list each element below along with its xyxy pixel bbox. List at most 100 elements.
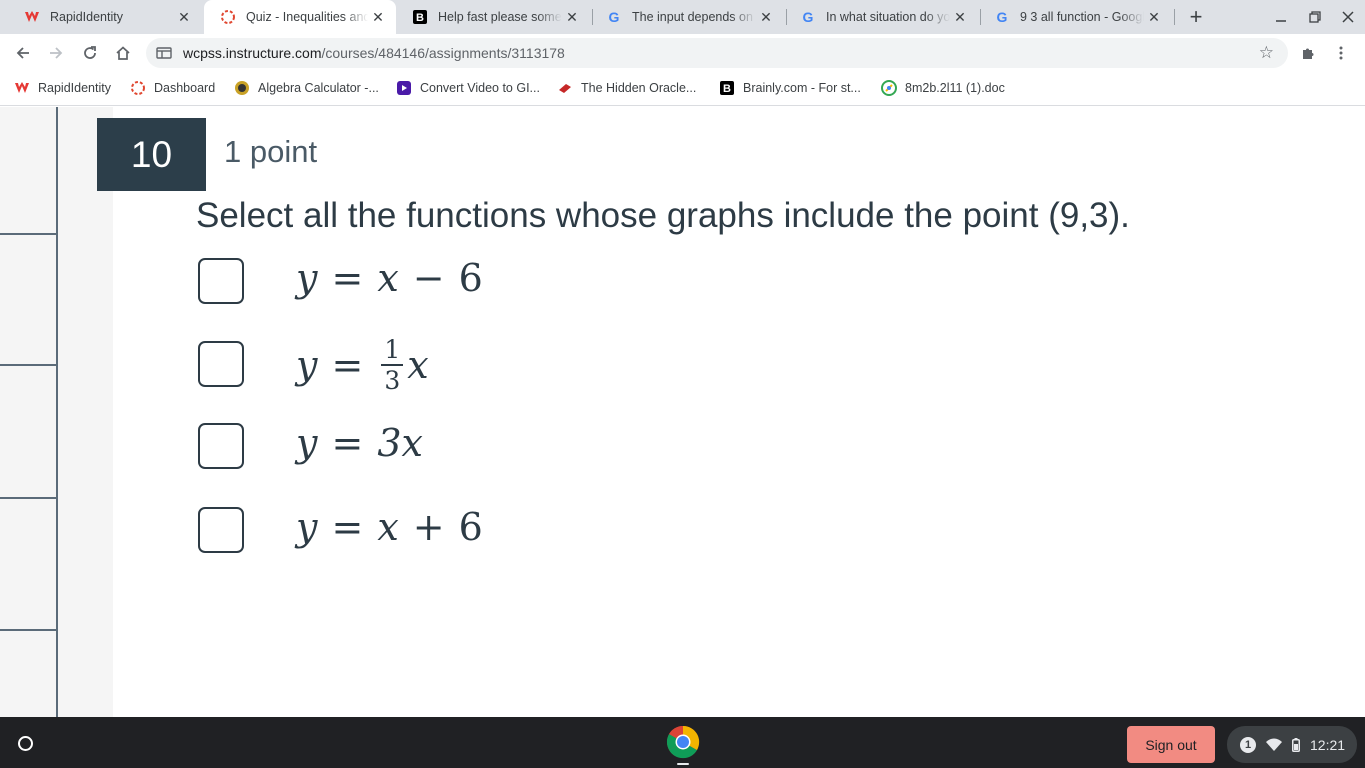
bookmark-brainly[interactable]: B Brainly.com - For st... xyxy=(719,80,861,96)
bookmark-label: Dashboard xyxy=(154,81,216,95)
equation-lhs: y xyxy=(296,421,318,465)
bookmark-label: Convert Video to GI... xyxy=(420,81,540,95)
bookmark-dashboard[interactable]: Dashboard xyxy=(130,80,215,96)
equation-fraction: 1 3 xyxy=(381,337,404,395)
svg-text:G: G xyxy=(609,9,620,25)
address-bar[interactable]: wcpss.instructure.com/courses/484146/ass… xyxy=(146,38,1288,68)
tab-divider xyxy=(1174,9,1175,25)
reload-icon[interactable] xyxy=(78,41,102,65)
answer-checkbox[interactable] xyxy=(198,507,244,553)
tab-google-3[interactable]: G 9 3 all function - Googl ✕ xyxy=(978,0,1172,34)
gutter-rule xyxy=(0,629,57,631)
menu-icon[interactable] xyxy=(1329,41,1353,65)
gutter-rule xyxy=(0,497,57,499)
home-icon[interactable] xyxy=(111,41,135,65)
site-info-icon[interactable] xyxy=(156,45,172,61)
equation-equals: = xyxy=(331,256,364,300)
fraction-numerator: 1 xyxy=(381,337,404,366)
svg-text:B: B xyxy=(723,83,731,95)
tab-quiz[interactable]: Quiz - Inequalities and ✕ xyxy=(204,0,396,34)
answer-equation: y = 1 3 x xyxy=(296,337,429,393)
restore-icon[interactable] xyxy=(1304,6,1326,28)
canvas-icon xyxy=(220,9,236,25)
gutter-divider xyxy=(56,107,58,717)
minimize-icon[interactable] xyxy=(1270,6,1292,28)
status-tray[interactable]: 1 12:21 xyxy=(1227,726,1357,763)
bookmark-doc[interactable]: 8m2b.2l11 (1).doc xyxy=(881,80,1005,96)
tab-title: 9 3 all function - Googl xyxy=(1020,10,1144,24)
battery-icon xyxy=(1292,737,1300,752)
tab-title: RapidIdentity xyxy=(50,10,123,24)
tab-title: In what situation do yo xyxy=(826,10,950,24)
google-icon: G xyxy=(994,9,1010,25)
video-convert-icon xyxy=(396,80,412,96)
chrome-app-icon[interactable] xyxy=(666,725,700,759)
back-icon[interactable] xyxy=(11,41,35,65)
clock: 12:21 xyxy=(1310,736,1346,753)
bookmarks-bar: RapidIdentity Dashboard Algebra Calculat… xyxy=(0,72,1365,106)
wifi-icon xyxy=(1266,738,1282,752)
new-tab-button[interactable]: + xyxy=(1184,4,1208,29)
running-indicator xyxy=(677,763,689,765)
sign-out-button[interactable]: Sign out xyxy=(1127,726,1215,763)
equation-term: x xyxy=(407,343,429,387)
bookmark-star-icon[interactable]: ☆ xyxy=(1259,43,1274,63)
equation-term: 3x xyxy=(377,421,423,465)
extensions-icon[interactable] xyxy=(1296,41,1320,65)
bookmark-convert-video[interactable]: Convert Video to GI... xyxy=(396,80,540,96)
bookmark-algebra-calculator[interactable]: Algebra Calculator -... xyxy=(234,80,379,96)
answer-equation: y = x + 6 xyxy=(296,505,483,549)
answer-checkbox[interactable] xyxy=(198,258,244,304)
book-icon xyxy=(557,80,573,96)
tab-title: Help fast please some xyxy=(438,10,562,24)
equation-term: 6 xyxy=(458,256,483,300)
calculator-icon xyxy=(234,80,250,96)
question-points: 1 point xyxy=(224,134,318,169)
bookmark-label: 8m2b.2l11 (1).doc xyxy=(905,81,1005,95)
tab-brainly[interactable]: B Help fast please some ✕ xyxy=(396,0,590,34)
url-path: /courses/484146/assignments/3113178 xyxy=(321,45,565,61)
equation-lhs: y xyxy=(296,505,318,549)
bookmark-label: The Hidden Oracle... xyxy=(581,81,697,95)
tab-title: Quiz - Inequalities and xyxy=(246,10,368,24)
answer-equation: y = 3x xyxy=(296,421,423,465)
bookmark-hidden-oracle[interactable]: The Hidden Oracle... xyxy=(557,80,696,96)
close-icon[interactable]: ✕ xyxy=(562,7,582,27)
fraction-denominator: 3 xyxy=(384,366,401,395)
close-window-icon[interactable] xyxy=(1337,6,1359,28)
launcher-button[interactable] xyxy=(9,727,41,759)
tab-rapididentity[interactable]: RapidIdentity ✕ xyxy=(8,0,202,34)
forward-icon[interactable] xyxy=(44,41,68,65)
close-icon[interactable]: ✕ xyxy=(368,7,388,27)
tab-title: The input depends on t xyxy=(632,10,756,24)
equation-lhs: y xyxy=(296,256,318,300)
equation-equals: = xyxy=(331,343,364,387)
close-icon[interactable]: ✕ xyxy=(950,7,970,27)
answer-checkbox[interactable] xyxy=(198,423,244,469)
equation-operator: + xyxy=(412,505,445,549)
question-prompt: Select all the functions whose graphs in… xyxy=(196,196,1130,235)
rapididentity-icon xyxy=(24,9,40,25)
os-shelf: Sign out 1 12:21 xyxy=(0,717,1365,768)
quiz-page: 10 1 point Select all the functions whos… xyxy=(0,107,1365,717)
equation-operator: − xyxy=(412,256,445,300)
question-number-badge: 10 xyxy=(97,118,206,191)
equation-lhs: y xyxy=(296,343,318,387)
close-icon[interactable]: ✕ xyxy=(1144,7,1164,27)
google-icon: G xyxy=(606,9,622,25)
equation-term: x xyxy=(377,505,399,549)
notification-count: 1 xyxy=(1240,736,1256,753)
close-icon[interactable]: ✕ xyxy=(756,7,776,27)
equation-term: 6 xyxy=(458,505,483,549)
close-icon[interactable]: ✕ xyxy=(174,7,194,27)
brainly-icon: B xyxy=(719,80,735,96)
brainly-icon: B xyxy=(412,9,428,25)
equation-term: x xyxy=(377,256,399,300)
bookmark-rapididentity[interactable]: RapidIdentity xyxy=(14,80,111,96)
tab-google-2[interactable]: G In what situation do yo ✕ xyxy=(784,0,978,34)
url-domain: wcpss.instructure.com xyxy=(183,45,322,61)
svg-text:G: G xyxy=(803,9,814,25)
tab-google-1[interactable]: G The input depends on t ✕ xyxy=(590,0,784,34)
answer-checkbox[interactable] xyxy=(198,341,244,387)
equation-equals: = xyxy=(331,421,364,465)
